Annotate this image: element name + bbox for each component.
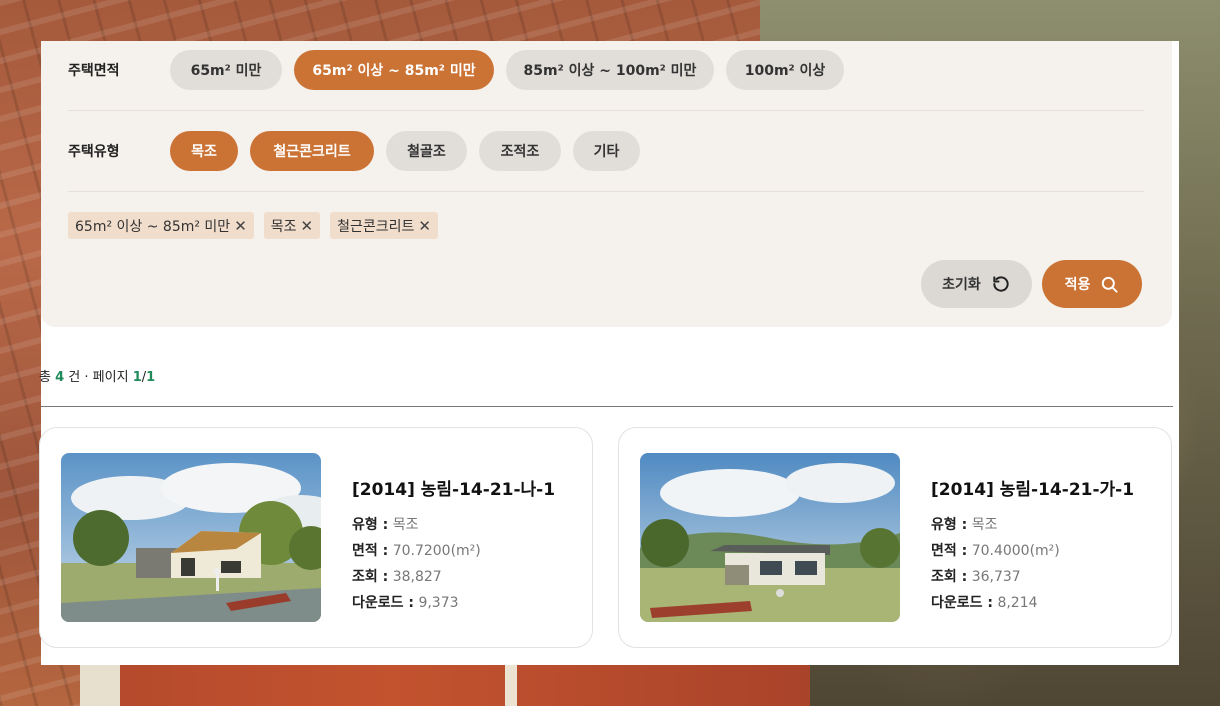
- refresh-icon: [993, 276, 1009, 292]
- area-filter-label: 주택면적: [68, 63, 120, 79]
- reset-button[interactable]: 초기화: [921, 260, 1032, 308]
- search-icon: [1102, 276, 1118, 293]
- result-count: 4: [55, 370, 65, 385]
- divider: [68, 110, 1144, 111]
- type-key: 유형 :: [352, 517, 389, 533]
- tag-label: 65m² 이상 ~ 85m² 미만: [75, 218, 231, 235]
- selected-tag: 철근콘크리트 ✕: [330, 212, 438, 239]
- area-chip-65-85[interactable]: 65m² 이상 ~ 85m² 미만: [294, 50, 494, 90]
- summary-prefix: 총: [39, 370, 51, 385]
- type-value: 목조: [971, 517, 998, 533]
- current-page: 1: [132, 370, 142, 385]
- divider: [68, 191, 1144, 192]
- apply-label: 적용: [1064, 277, 1091, 293]
- type-key: 유형 :: [931, 517, 968, 533]
- house-rendering-image: [640, 453, 900, 622]
- close-icon[interactable]: ✕: [234, 217, 247, 235]
- white-post-background: [505, 660, 517, 706]
- plan-meta: 유형 : 목조 면적 : 70.7200(m²) 조회 : 38,827 다운로…: [352, 512, 481, 616]
- apply-button[interactable]: 적용: [1042, 260, 1142, 308]
- area-key: 면적 :: [352, 543, 389, 559]
- selected-tags: 65m² 이상 ~ 85m² 미만 ✕ 목조 ✕ 철근콘크리트 ✕: [68, 212, 448, 239]
- house-thumbnail[interactable]: [640, 453, 900, 622]
- area-filter-row: 주택면적 65m² 미만 65m² 이상 ~ 85m² 미만 85m² 이상 ~…: [68, 50, 1144, 90]
- house-rendering-image: [61, 453, 321, 622]
- close-icon[interactable]: ✕: [301, 217, 314, 235]
- result-card[interactable]: [2014] 농림-14-21-가-1 유형 : 목조 면적 : 70.4000…: [618, 427, 1172, 648]
- views-key: 조회 :: [352, 569, 389, 585]
- type-chip-reinforced-concrete[interactable]: 철근콘크리트: [250, 131, 374, 171]
- plan-meta: 유형 : 목조 면적 : 70.4000(m²) 조회 : 36,737 다운로…: [931, 512, 1060, 616]
- red-wall-background: [110, 660, 810, 706]
- close-icon[interactable]: ✕: [418, 217, 431, 235]
- summary-unit: 건 · 페이지: [68, 370, 129, 385]
- area-chip-85-100[interactable]: 85m² 이상 ~ 100m² 미만: [506, 50, 714, 90]
- selected-tag: 65m² 이상 ~ 85m² 미만 ✕: [68, 212, 254, 239]
- selected-tag: 목조 ✕: [263, 212, 321, 239]
- views-value: 38,827: [392, 569, 442, 585]
- filter-box: 주택면적 65m² 미만 65m² 이상 ~ 85m² 미만 85m² 이상 ~…: [41, 41, 1172, 327]
- plan-title[interactable]: [2014] 농림-14-21-가-1: [931, 475, 1134, 500]
- type-chip-steel[interactable]: 철골조: [386, 131, 467, 171]
- downloads-value: 8,214: [997, 595, 1038, 611]
- search-panel: 주택면적 65m² 미만 65m² 이상 ~ 85m² 미만 85m² 이상 ~…: [39, 41, 1179, 665]
- area-key: 면적 :: [931, 543, 968, 559]
- house-thumbnail[interactable]: [61, 453, 321, 622]
- downloads-value: 9,373: [418, 595, 459, 611]
- result-summary: 총 4 건 · 페이지 1/1: [39, 366, 155, 385]
- type-filter-label: 주택유형: [68, 144, 120, 160]
- total-pages: 1: [146, 370, 156, 385]
- type-chip-masonry[interactable]: 조적조: [479, 131, 561, 171]
- plan-title[interactable]: [2014] 농림-14-21-나-1: [352, 475, 555, 500]
- area-value: 70.7200(m²): [392, 543, 481, 559]
- tag-label: 목조: [270, 218, 297, 235]
- views-value: 36,737: [971, 569, 1021, 585]
- downloads-key: 다운로드 :: [931, 595, 993, 611]
- views-key: 조회 :: [931, 569, 968, 585]
- summary-divider: [41, 406, 1173, 407]
- result-card[interactable]: [2014] 농림-14-21-나-1 유형 : 목조 면적 : 70.7200…: [39, 427, 593, 648]
- area-chip-over-100[interactable]: 100m² 이상: [726, 50, 844, 90]
- reset-label: 초기화: [942, 277, 981, 293]
- filter-actions: 초기화 적용: [921, 260, 1142, 308]
- white-post-background: [80, 660, 120, 706]
- type-chip-wood[interactable]: 목조: [170, 131, 238, 171]
- type-filter-row: 주택유형 목조 철근콘크리트 철골조 조적조 기타: [68, 131, 1144, 171]
- type-chip-other[interactable]: 기타: [573, 131, 640, 171]
- type-value: 목조: [392, 517, 419, 533]
- area-value: 70.4000(m²): [971, 543, 1060, 559]
- downloads-key: 다운로드 :: [352, 595, 414, 611]
- area-chip-under-65[interactable]: 65m² 미만: [170, 50, 282, 90]
- tag-label: 철근콘크리트: [337, 218, 415, 235]
